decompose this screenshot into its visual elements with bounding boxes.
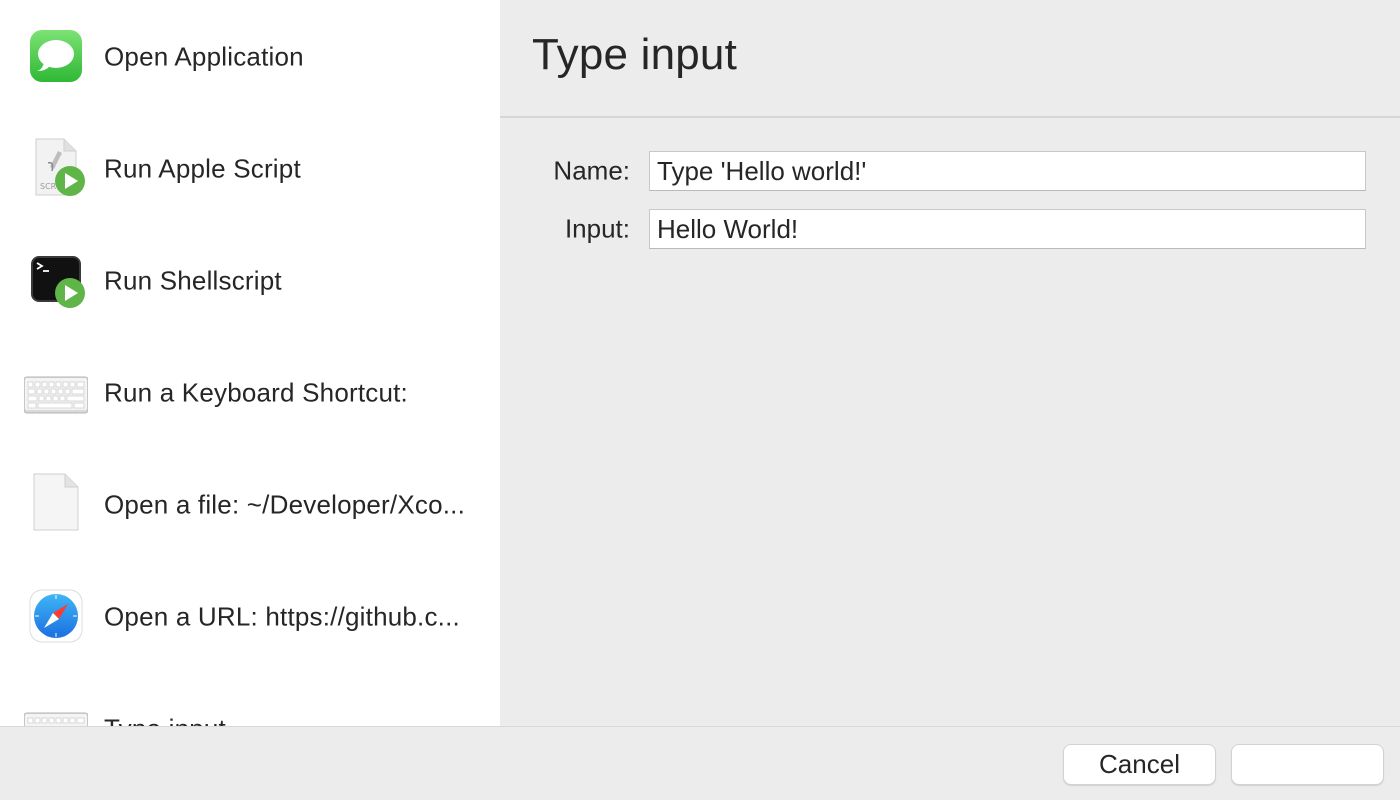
document-icon: [24, 473, 88, 537]
confirm-button[interactable]: [1231, 744, 1384, 785]
keyboard-icon: [24, 697, 88, 726]
keyboard-icon: [24, 361, 88, 425]
action-item-open-file[interactable]: Open a file: ~/Developer/Xco...: [0, 449, 500, 561]
action-list[interactable]: Open Application SCR Run Apple Script Ru…: [0, 0, 500, 726]
footer-bar: Cancel: [0, 726, 1400, 800]
action-item-type-input[interactable]: Type input: [0, 673, 500, 726]
action-label: Run Shellscript: [104, 265, 282, 296]
action-item-run-shellscript[interactable]: Run Shellscript: [0, 225, 500, 337]
safari-icon: [24, 585, 88, 649]
input-label: Input:: [564, 213, 630, 244]
divider: [500, 116, 1400, 118]
action-item-keyboard-shortcut[interactable]: Run a Keyboard Shortcut:: [0, 337, 500, 449]
name-field[interactable]: [649, 151, 1366, 191]
name-row: Name:: [500, 151, 1400, 191]
page-title: Type input: [532, 30, 738, 79]
action-label: Run Apple Script: [104, 153, 301, 184]
detail-panel: Type input Name: Input:: [500, 0, 1400, 726]
messages-app-icon: [24, 25, 88, 89]
action-label: Open a file: ~/Developer/Xco...: [104, 489, 466, 520]
input-field[interactable]: [649, 209, 1366, 249]
input-row: Input:: [500, 209, 1400, 249]
action-label: Open Application: [104, 41, 304, 72]
name-label: Name:: [553, 155, 630, 186]
cancel-button[interactable]: Cancel: [1063, 744, 1216, 785]
action-label: Run a Keyboard Shortcut:: [104, 377, 408, 408]
action-item-open-url[interactable]: Open a URL: https://github.c...: [0, 561, 500, 673]
action-label: Type input: [104, 714, 226, 727]
svg-text:SCR: SCR: [40, 182, 57, 191]
action-item-open-application[interactable]: Open Application: [0, 1, 500, 113]
window: Open Application SCR Run Apple Script Ru…: [0, 0, 1400, 800]
action-label: Open a URL: https://github.c...: [104, 601, 460, 632]
terminal-icon: [24, 249, 88, 313]
applescript-icon: SCR: [24, 137, 88, 201]
action-item-run-apple-script[interactable]: SCR Run Apple Script: [0, 113, 500, 225]
